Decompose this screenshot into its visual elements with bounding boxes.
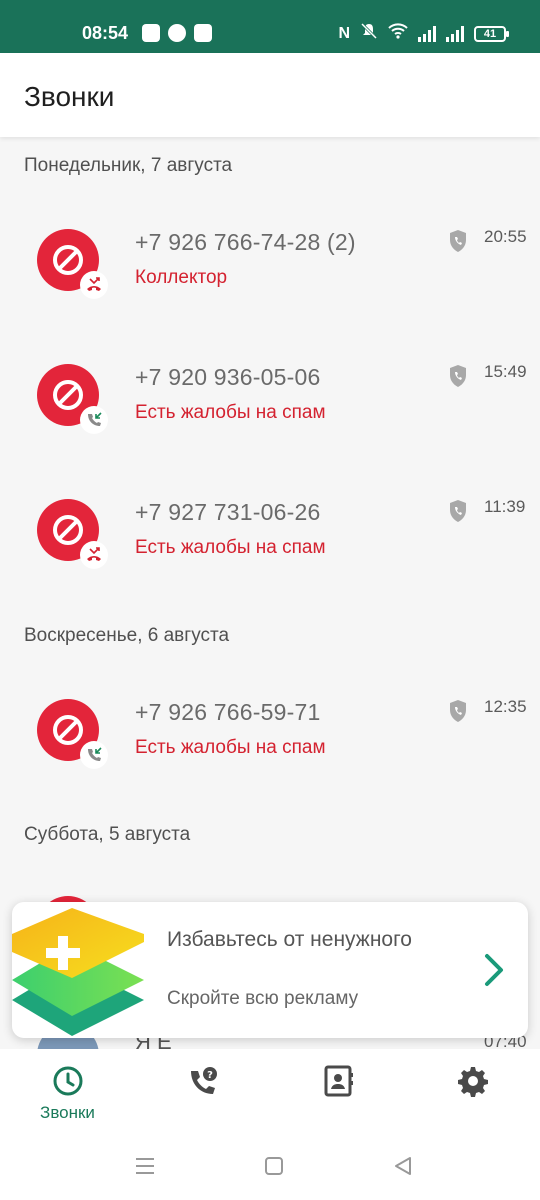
app-header: Звонки xyxy=(0,53,540,137)
mute-icon xyxy=(360,22,378,45)
wifi-icon xyxy=(388,23,408,44)
shield-phone-icon xyxy=(450,700,466,722)
chevron-right-icon[interactable] xyxy=(480,952,508,988)
phone-number: +7 926 766-74-28 (2) xyxy=(135,229,356,255)
svg-text:?: ? xyxy=(207,1070,213,1081)
call-time: 20:55 xyxy=(484,227,527,246)
clock-icon xyxy=(53,1066,82,1096)
chat-icon xyxy=(194,24,212,42)
promo-title: Избавьтесь от ненужного xyxy=(167,928,412,951)
status-icons: N 41 xyxy=(338,22,509,45)
call-time: 11:39 xyxy=(484,497,526,516)
spam-label: Коллектор xyxy=(135,267,228,288)
spam-label: Есть жалобы на спам xyxy=(135,737,326,758)
nfc-icon: N xyxy=(338,24,350,42)
system-nav-bar xyxy=(0,1137,540,1200)
date-header: Понедельник, 7 августа xyxy=(24,155,233,176)
call-row[interactable]: +7 920 936-05-06 Есть жалобы на спам 15:… xyxy=(0,362,540,484)
layers-plus-icon xyxy=(12,908,144,1036)
back-icon[interactable] xyxy=(392,1155,414,1177)
incoming-call-icon xyxy=(80,406,108,434)
nav-item-contacts[interactable] xyxy=(270,1049,405,1137)
call-row[interactable]: +7 926 766-74-28 (2) Коллектор 20:55 xyxy=(0,227,540,349)
nav-item-check-number[interactable]: ? xyxy=(135,1049,270,1137)
phone-number: +7 920 936-05-06 xyxy=(135,364,321,390)
nav-label-calls: Звонки xyxy=(40,1103,95,1122)
phone-number: +7 926 766-59-71 xyxy=(135,699,321,725)
nav-item-settings[interactable] xyxy=(405,1049,540,1137)
phone-number: +7 927 731-06-26 xyxy=(135,499,321,525)
pinterest-icon xyxy=(168,24,186,42)
app-notification-icon xyxy=(142,24,160,42)
missed-call-icon xyxy=(80,271,108,299)
home-icon[interactable] xyxy=(263,1155,285,1177)
contacts-icon xyxy=(324,1065,353,1097)
shield-phone-icon xyxy=(450,230,466,252)
date-header: Воскресенье, 6 августа xyxy=(24,625,230,646)
bottom-nav: Звонки ? xyxy=(0,1049,540,1137)
incoming-call-icon xyxy=(80,741,108,769)
status-time: 08:54 xyxy=(82,23,129,43)
call-row[interactable]: +7 927 731-06-26 Есть жалобы на спам 11:… xyxy=(0,497,540,619)
signal-icon xyxy=(446,25,464,42)
phone-question-icon: ? xyxy=(190,1067,217,1094)
spam-label: Есть жалобы на спам xyxy=(135,537,326,558)
menu-icon[interactable] xyxy=(134,1155,156,1177)
gear-icon xyxy=(457,1067,488,1097)
date-header: Суббота, 5 августа xyxy=(24,824,191,845)
promo-banner[interactable]: Избавьтесь от ненужного Скройте всю рекл… xyxy=(12,902,528,1038)
spam-label: Есть жалобы на спам xyxy=(135,402,326,423)
call-time: 15:49 xyxy=(484,362,527,381)
shield-phone-icon xyxy=(450,500,466,522)
missed-call-icon xyxy=(80,541,108,569)
call-row[interactable]: +7 926 766-59-71 Есть жалобы на спам 12:… xyxy=(0,697,540,819)
shield-phone-icon xyxy=(450,365,466,387)
battery-icon: 41 xyxy=(474,25,509,42)
page-title: Звонки xyxy=(24,81,115,112)
status-bar: 08:54 N 41 xyxy=(0,0,540,53)
promo-subtitle: Скройте всю рекламу xyxy=(167,988,359,1009)
signal-icon xyxy=(418,25,436,42)
nav-item-calls[interactable]: Звонки xyxy=(0,1049,135,1137)
call-time: 12:35 xyxy=(484,697,527,716)
